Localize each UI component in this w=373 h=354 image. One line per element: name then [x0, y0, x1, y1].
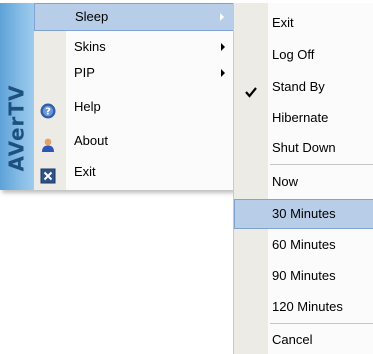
submenu-item-stand-by[interactable]: Stand By — [234, 72, 373, 102]
submenu-item-label: Now — [272, 174, 299, 189]
submenu-item-label: 120 Minutes — [272, 299, 343, 314]
submenu-item-label: Cancel — [272, 332, 313, 347]
menu-item-label: Sleep — [75, 9, 109, 24]
menu-item-pip[interactable]: PIP — [34, 60, 234, 86]
submenu-item-label: Exit — [272, 15, 294, 30]
submenu-separator — [270, 323, 373, 324]
submenu-item-label: 30 Minutes — [272, 206, 336, 221]
submenu-item-label: 60 Minutes — [272, 237, 336, 252]
submenu-item-hibernate[interactable]: Hibernate — [234, 103, 373, 133]
submenu-item-label: Stand By — [272, 79, 325, 94]
submenu-item-label: Hibernate — [272, 110, 329, 125]
submenu-item-60-minutes[interactable]: 60 Minutes — [234, 230, 373, 260]
menu-item-label: PIP — [74, 65, 95, 80]
menu-item-label: About — [74, 133, 108, 148]
submenu-item-label: 90 Minutes — [272, 268, 336, 283]
menu-item-sleep[interactable]: Sleep — [34, 3, 234, 31]
close-box-icon — [40, 164, 56, 183]
menu-item-label: Skins — [74, 39, 106, 54]
menu-item-about[interactable]: About — [34, 125, 234, 156]
submenu-item-label: Shut Down — [272, 140, 336, 155]
brand-text: AVerTV — [5, 84, 29, 172]
submenu-item-exit[interactable]: Exit — [234, 8, 373, 38]
menu-item-help[interactable]: ? Help — [34, 91, 234, 122]
submenu-separator — [270, 164, 373, 165]
submenu-item-shut-down[interactable]: Shut Down — [234, 133, 373, 163]
submenu-item-90-minutes[interactable]: 90 Minutes — [234, 261, 373, 291]
sleep-submenu: Exit Log Off Stand By Hibernate Shut Dow… — [233, 3, 373, 354]
context-menu: AVerTV Sleep Skins PIP ? Help About Exit — [0, 3, 234, 190]
checkmark-icon — [244, 80, 258, 98]
user-icon — [40, 133, 56, 152]
submenu-arrow-icon — [221, 69, 225, 77]
help-icon: ? — [40, 99, 56, 118]
submenu-arrow-icon — [221, 43, 225, 51]
menu-item-exit[interactable]: Exit — [34, 156, 234, 187]
submenu-item-cancel[interactable]: Cancel — [234, 326, 373, 354]
submenu-item-label: Log Off — [272, 47, 315, 62]
menu-item-label: Help — [74, 99, 101, 114]
menu-item-skins[interactable]: Skins — [34, 34, 234, 60]
submenu-item-log-off[interactable]: Log Off — [234, 40, 373, 70]
svg-text:?: ? — [45, 106, 51, 117]
submenu-item-30-minutes[interactable]: 30 Minutes — [234, 199, 373, 229]
submenu-item-120-minutes[interactable]: 120 Minutes — [234, 292, 373, 322]
submenu-arrow-icon — [220, 13, 224, 21]
brand-strip: AVerTV — [0, 3, 34, 190]
menu-item-label: Exit — [74, 164, 96, 179]
submenu-item-now[interactable]: Now — [234, 167, 373, 197]
